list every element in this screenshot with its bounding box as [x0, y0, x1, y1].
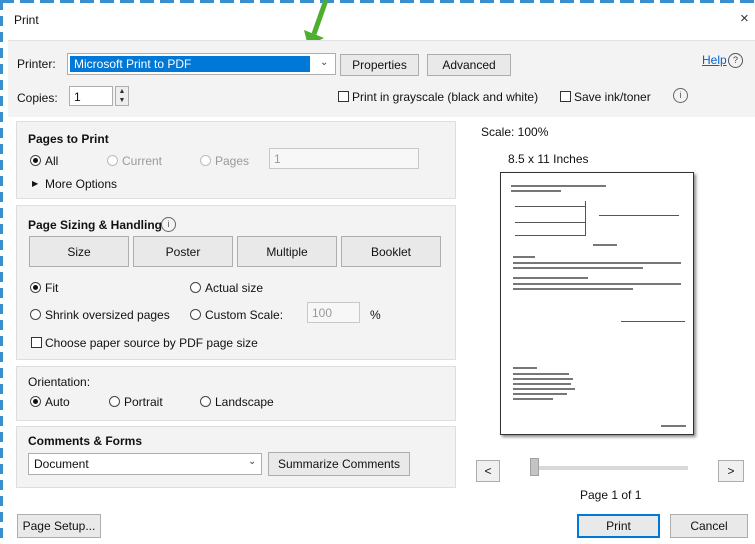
- portrait-label: Portrait: [124, 395, 163, 409]
- dashed-border-left: [0, 0, 3, 544]
- more-options-link[interactable]: More Options: [45, 177, 117, 191]
- printer-select-value: Microsoft Print to PDF: [74, 57, 192, 71]
- current-page-label: Current: [122, 154, 163, 168]
- copies-input-value: 1: [74, 90, 81, 104]
- printer-label: Printer:: [17, 57, 56, 71]
- print-button[interactable]: Print: [577, 514, 660, 538]
- save-ink-checkbox[interactable]: [560, 91, 571, 102]
- chevron-down-icon: ⌄: [320, 57, 329, 68]
- actual-size-radio[interactable]: [190, 282, 201, 293]
- help-link[interactable]: Help: [702, 53, 727, 67]
- expand-triangle-icon[interactable]: ▶: [32, 179, 38, 188]
- tab-booklet[interactable]: Booklet: [341, 236, 441, 267]
- comments-heading: Comments & Forms: [28, 434, 143, 448]
- paper-source-label: Choose paper source by PDF page size: [45, 336, 258, 350]
- advanced-button[interactable]: Advanced: [427, 54, 511, 76]
- tab-multiple[interactable]: Multiple: [237, 236, 337, 267]
- dashed-border-top: [0, 0, 755, 3]
- prev-page-button[interactable]: <: [476, 460, 500, 482]
- summarize-comments-button[interactable]: Summarize Comments: [268, 452, 410, 476]
- page-count-label: Page 1 of 1: [580, 488, 642, 502]
- paper-source-checkbox[interactable]: [31, 337, 42, 348]
- pages-heading: Pages to Print: [28, 132, 109, 146]
- page-range-input[interactable]: 1: [269, 148, 419, 169]
- page-setup-button[interactable]: Page Setup...: [17, 514, 101, 538]
- copies-label: Copies:: [17, 91, 58, 105]
- page-slider-thumb[interactable]: [530, 458, 539, 476]
- shrink-label: Shrink oversized pages: [45, 308, 170, 322]
- fit-radio[interactable]: [30, 282, 41, 293]
- grayscale-checkbox[interactable]: [338, 91, 349, 102]
- landscape-radio[interactable]: [200, 396, 211, 407]
- auto-orientation-radio[interactable]: [30, 396, 41, 407]
- printer-select[interactable]: Microsoft Print to PDF ⌄: [67, 53, 336, 75]
- pages-radio[interactable]: [200, 155, 211, 166]
- page-slider-track[interactable]: [530, 466, 688, 470]
- grayscale-label: Print in grayscale (black and white): [352, 90, 539, 104]
- copies-stepper[interactable]: ▲ ▼: [115, 86, 129, 106]
- comments-select-value: Document: [34, 457, 89, 471]
- page-preview: [500, 172, 694, 435]
- close-icon[interactable]: ×: [740, 10, 749, 27]
- all-pages-label: All: [45, 154, 59, 168]
- comments-select[interactable]: Document ⌄: [28, 453, 262, 475]
- all-pages-radio[interactable]: [30, 155, 41, 166]
- sizing-info-icon[interactable]: i: [161, 217, 176, 232]
- tab-size[interactable]: Size: [29, 236, 129, 267]
- actual-size-label: Actual size: [205, 281, 264, 295]
- chevron-down-icon: ⌄: [248, 456, 257, 467]
- custom-scale-label: Custom Scale:: [205, 308, 284, 322]
- next-page-button[interactable]: >: [718, 460, 744, 482]
- custom-scale-radio[interactable]: [190, 309, 201, 320]
- fit-label: Fit: [45, 281, 59, 295]
- shrink-radio[interactable]: [30, 309, 41, 320]
- save-ink-label: Save ink/toner: [574, 90, 651, 104]
- current-page-radio[interactable]: [107, 155, 118, 166]
- custom-scale-value: 100: [312, 306, 333, 320]
- help-icon[interactable]: ?: [728, 53, 743, 68]
- pages-radio-label: Pages: [215, 154, 250, 168]
- orientation-heading: Orientation:: [28, 375, 91, 389]
- dialog-title: Print: [14, 13, 39, 27]
- paper-size-label: 8.5 x 11 Inches: [508, 152, 589, 166]
- cancel-button[interactable]: Cancel: [670, 514, 748, 538]
- percent-label: %: [370, 308, 381, 322]
- custom-scale-input[interactable]: 100: [307, 302, 360, 323]
- preview-scale-label: Scale: 100%: [481, 125, 549, 139]
- auto-orientation-label: Auto: [45, 395, 70, 409]
- sizing-heading: Page Sizing & Handling: [28, 218, 163, 232]
- landscape-label: Landscape: [215, 395, 274, 409]
- page-range-value: 1: [274, 152, 281, 166]
- portrait-radio[interactable]: [109, 396, 120, 407]
- copies-input[interactable]: 1: [69, 86, 113, 106]
- info-icon[interactable]: i: [673, 88, 688, 103]
- properties-button[interactable]: Properties: [340, 54, 419, 76]
- tab-poster[interactable]: Poster: [133, 236, 233, 267]
